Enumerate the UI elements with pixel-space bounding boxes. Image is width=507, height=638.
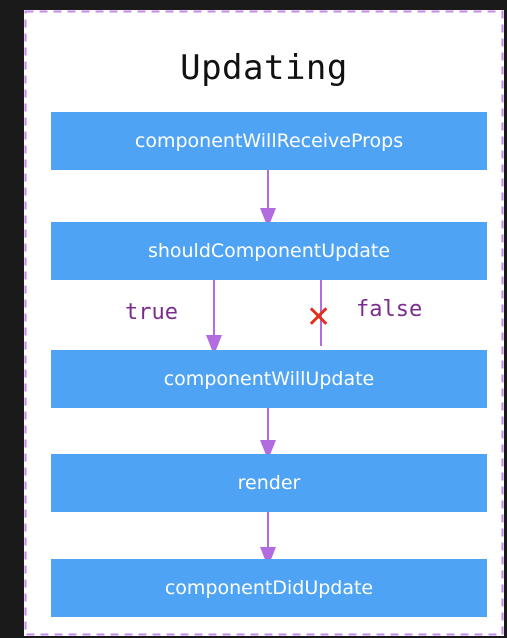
branch-label-true: true xyxy=(125,300,178,325)
node-component-will-update: componentWillUpdate xyxy=(51,350,487,408)
branch-label-false: false xyxy=(356,297,423,322)
updating-panel: Updating componentWillReceiveProps shoul… xyxy=(24,10,504,636)
node-component-did-update: componentDidUpdate xyxy=(51,559,487,617)
blocked-cross-icon: ✕ xyxy=(306,300,332,335)
connector-layer xyxy=(206,170,322,567)
node-should-component-update: shouldComponentUpdate xyxy=(51,222,487,280)
diagram-canvas: Updating componentWillReceiveProps shoul… xyxy=(0,0,507,638)
node-component-will-receive-props: componentWillReceiveProps xyxy=(51,112,487,170)
node-render: render xyxy=(51,454,487,512)
